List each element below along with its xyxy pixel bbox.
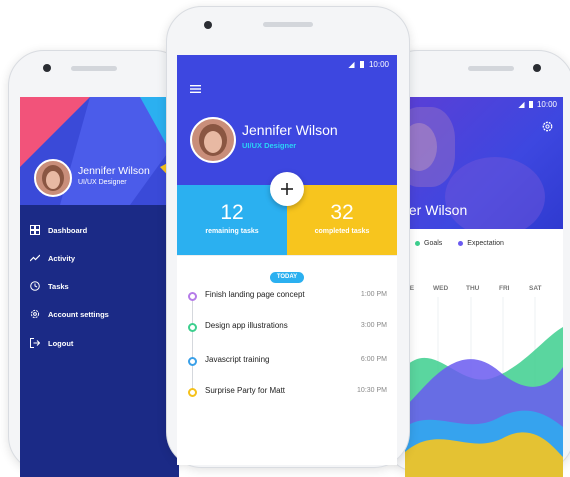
legend-goals: Goals — [415, 240, 442, 247]
remaining-count: 12 — [220, 201, 244, 224]
task-time: 10:30 PM — [357, 387, 387, 394]
legend-expectation: Expectation — [458, 240, 504, 247]
menu-item-tasks[interactable]: Tasks — [30, 281, 69, 291]
right-phone: ◢ 10:00 fer Wilson Goals Expectation UE … — [382, 50, 570, 477]
add-task-button[interactable] — [270, 172, 304, 206]
status-time: 10:00 — [368, 60, 389, 69]
dashboard-icon — [30, 225, 40, 235]
completed-tasks-tile[interactable]: 32 completed tasks — [287, 185, 397, 255]
dashboard-screen: ◢ 10:00 Jennifer Wilson UI/UX Designer 1… — [177, 55, 397, 465]
plus-icon — [281, 183, 293, 195]
speaker — [71, 66, 117, 71]
legend-dot — [458, 241, 464, 246]
menu-label: Account settings — [48, 309, 109, 319]
clock-icon — [30, 281, 40, 291]
remaining-label: remaining tasks — [205, 228, 259, 235]
task-item[interactable]: Design app illustrations 3:00 PM — [177, 317, 397, 337]
battery-icon — [359, 61, 364, 68]
camera — [43, 64, 51, 72]
day-label: WED — [433, 285, 449, 292]
task-item[interactable]: Javascript training 6:00 PM — [177, 351, 397, 371]
menu-label: Tasks — [48, 281, 69, 291]
menu-label: Dashboard — [48, 225, 88, 235]
user-role: UI/UX Designer — [78, 179, 127, 186]
task-time: 6:00 PM — [360, 356, 387, 363]
speaker — [468, 66, 514, 71]
hamburger-menu-icon[interactable] — [190, 85, 201, 93]
logout-icon — [30, 338, 40, 348]
day-label: THU — [466, 285, 480, 292]
menu-item-logout[interactable]: Logout — [30, 338, 73, 348]
legend-dot — [415, 241, 420, 246]
user-name: Jennifer Wilson — [242, 122, 338, 138]
task-item[interactable]: Finish landing page concept 1:00 PM — [177, 286, 397, 306]
profile-header: ◢ 10:00 fer Wilson — [405, 97, 563, 229]
menu-label: Logout — [48, 338, 74, 348]
task-list: TODAY Finish landing page concept 1:00 P… — [177, 255, 397, 465]
task-title: Javascript training — [205, 355, 270, 364]
dashboard-header: ◢ 10:00 Jennifer Wilson UI/UX Designer — [177, 55, 397, 185]
drawer-header: Jennifer Wilson UI/UX Designer — [20, 97, 179, 205]
settings-gear-icon[interactable] — [542, 121, 553, 132]
menu-item-account-settings[interactable]: Account settings — [30, 309, 109, 319]
user-name: Jennifer Wilson — [78, 165, 150, 177]
timeline-line — [192, 294, 193, 394]
chart-days: UE WED THU FRI SAT — [405, 285, 563, 295]
signal-icon: ◢ — [518, 100, 525, 109]
trending-up-icon — [30, 254, 40, 262]
task-dot — [188, 323, 197, 332]
today-badge: TODAY — [270, 272, 304, 283]
task-time: 1:00 PM — [360, 291, 387, 298]
center-phone: ◢ 10:00 Jennifer Wilson UI/UX Designer 1… — [166, 6, 410, 468]
camera — [533, 64, 541, 72]
task-dot — [188, 292, 197, 301]
task-time: 3:00 PM — [360, 322, 387, 329]
speaker — [263, 22, 313, 27]
gear-icon — [30, 309, 40, 319]
drawer-screen: Jennifer Wilson UI/UX Designer Dashboard… — [20, 97, 179, 477]
signal-icon: ◢ — [348, 60, 355, 69]
avatar — [190, 117, 236, 163]
profile-name: fer Wilson — [405, 202, 468, 218]
day-label: FRI — [499, 285, 510, 292]
completed-count: 32 — [330, 201, 354, 224]
status-bar: ◢ 10:00 — [348, 60, 389, 69]
menu-item-activity[interactable]: Activity — [30, 253, 75, 263]
camera — [204, 21, 212, 29]
left-phone: Jennifer Wilson UI/UX Designer Dashboard… — [8, 50, 190, 477]
day-label: SAT — [529, 285, 542, 292]
task-title: Design app illustrations — [205, 321, 288, 330]
battery-icon — [528, 101, 533, 108]
task-title: Surprise Party for Matt — [205, 386, 286, 395]
menu-item-dashboard[interactable]: Dashboard — [30, 225, 87, 235]
status-bar: ◢ 10:00 — [518, 100, 557, 109]
task-dot — [188, 357, 197, 366]
avatar — [34, 159, 72, 197]
task-dot — [188, 388, 197, 397]
profile-screen: ◢ 10:00 fer Wilson Goals Expectation UE … — [405, 97, 563, 477]
completed-label: completed tasks — [314, 228, 370, 235]
chart-legend: Goals Expectation — [415, 240, 504, 247]
status-time: 10:00 — [536, 100, 557, 109]
menu-label: Activity — [48, 253, 76, 263]
user-role: UI/UX Designer — [242, 141, 297, 150]
wave-chart — [405, 297, 563, 477]
task-item[interactable]: Surprise Party for Matt 10:30 PM — [177, 382, 397, 402]
task-title: Finish landing page concept — [205, 290, 305, 299]
